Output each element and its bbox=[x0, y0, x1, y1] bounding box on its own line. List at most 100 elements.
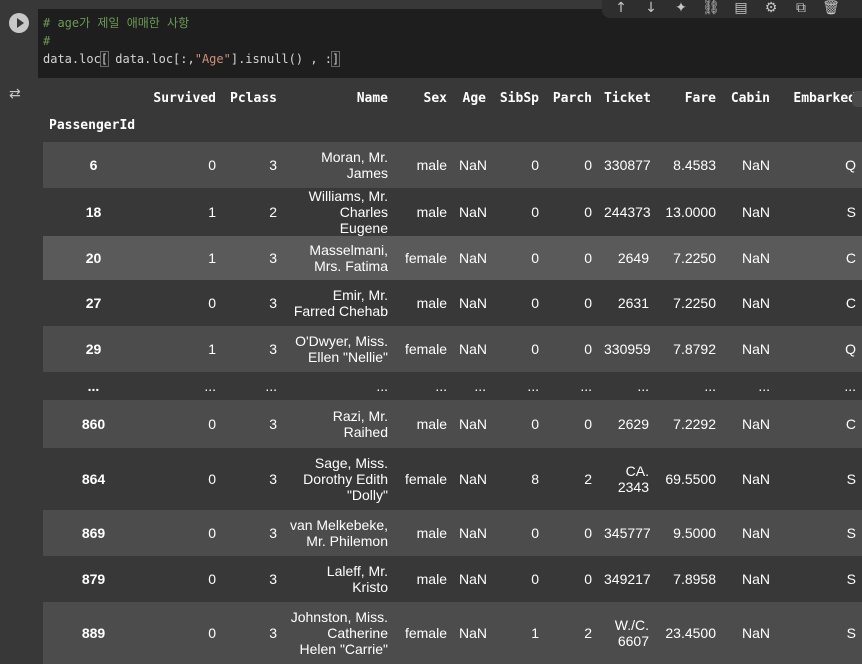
table-cell: 2649 bbox=[617, 250, 649, 266]
table-cell: Moran, Mr. James bbox=[321, 149, 388, 181]
table-cell: 7.2250 bbox=[673, 250, 716, 266]
table-cell: 3 bbox=[269, 295, 277, 311]
link-icon[interactable]: ⛓ bbox=[700, 0, 722, 18]
table-cell: Q bbox=[845, 341, 856, 357]
table-row: .................................... bbox=[43, 372, 862, 400]
table-cell: NaN bbox=[459, 571, 488, 587]
table-cell: van Melkebeke, Mr. Philemon bbox=[289, 517, 388, 549]
table-cell: 7.2250 bbox=[673, 295, 716, 311]
table-cell: S bbox=[846, 471, 856, 487]
table-cell: 0 bbox=[531, 204, 539, 220]
table-cell: NaN bbox=[741, 341, 770, 357]
dataframe-table: Survived Pclass Name Sex Age SibSp Parch Ticket… bbox=[43, 78, 862, 664]
row-index: 860 bbox=[81, 416, 106, 432]
table-row: 879 0 3 Laleff, Mr. Kristo male NaN 0 0 349217 7.… bbox=[43, 556, 862, 602]
table-cell: NaN bbox=[741, 250, 770, 266]
row-index: 29 bbox=[85, 341, 102, 357]
scroll-hint[interactable] bbox=[852, 91, 862, 107]
table-cell: NaN bbox=[741, 295, 770, 311]
table-row: 889 0 3 Johnston, Miss. Catherine Helen "Ca… bbox=[43, 602, 862, 664]
code-line-3: data.loc[ data.loc[:,"Age"].isnull() , :… bbox=[43, 50, 862, 68]
table-cell: 0 bbox=[531, 295, 539, 311]
table-cell: 345777 bbox=[604, 525, 651, 541]
table-cell: NaN bbox=[741, 416, 770, 432]
table-cell: 2 bbox=[584, 471, 592, 487]
table-cell: ... bbox=[376, 378, 388, 394]
table-row: 869 0 3 van Melkebeke, Mr. Philemon male NaN 0… bbox=[43, 510, 862, 556]
table-cell: male bbox=[416, 204, 447, 220]
run-cell-button[interactable] bbox=[9, 13, 29, 33]
move-up-icon[interactable]: ↑ bbox=[610, 0, 632, 18]
gear-icon[interactable]: ⚙ bbox=[760, 0, 782, 18]
table-cell: female bbox=[404, 471, 447, 487]
move-down-icon[interactable]: ↓ bbox=[640, 0, 662, 18]
table-cell: C bbox=[845, 250, 856, 266]
open-in-tab-icon[interactable]: ⧉ bbox=[790, 0, 812, 18]
table-cell: ... bbox=[435, 378, 447, 394]
table-row: 6 0 3 Moran, Mr. James male NaN 0 0 330877 8.4583… bbox=[43, 142, 862, 188]
table-cell: male bbox=[416, 295, 447, 311]
table-cell: 0 bbox=[584, 525, 592, 541]
table-cell: 8.4583 bbox=[673, 157, 716, 173]
column-header: Survived bbox=[153, 90, 216, 106]
table-cell: 3 bbox=[269, 525, 277, 541]
column-header: Name bbox=[356, 90, 388, 106]
table-cell: 13.0000 bbox=[665, 204, 716, 220]
table-cell: 2629 bbox=[617, 416, 649, 432]
gemini-sparkle-icon[interactable]: ✦ bbox=[670, 0, 692, 18]
code-token: , : bbox=[303, 52, 333, 66]
row-index: 864 bbox=[81, 471, 106, 487]
cell-toolbar: ↑ ↓ ✦ ⛓ ▤ ⚙ ⧉ 🗑 bbox=[602, 0, 862, 18]
table-cell: NaN bbox=[459, 525, 488, 541]
table-cell: 7.8958 bbox=[673, 571, 716, 587]
table-cell: 9.5000 bbox=[673, 525, 716, 541]
output-options-icon[interactable]: ⇄ bbox=[9, 86, 29, 102]
table-cell: 2 bbox=[269, 204, 277, 220]
table-cell: male bbox=[416, 416, 447, 432]
table-cell: 244373 bbox=[604, 204, 651, 220]
table-cell: ... bbox=[637, 378, 649, 394]
comment-icon[interactable]: ▤ bbox=[730, 0, 752, 18]
table-cell: 8 bbox=[531, 471, 539, 487]
table-cell: 3 bbox=[269, 250, 277, 266]
table-cell: Q bbox=[845, 157, 856, 173]
table-cell: female bbox=[404, 625, 447, 641]
table-cell: 3 bbox=[269, 471, 277, 487]
table-cell: 349217 bbox=[604, 571, 651, 587]
column-header: Fare bbox=[684, 90, 716, 106]
dataframe-output: Survived Pclass Name Sex Age SibSp Parch Ticket… bbox=[43, 78, 862, 664]
column-header: Embarked bbox=[793, 90, 856, 106]
code-token-string: "Age" bbox=[194, 52, 231, 66]
column-header: SibSp bbox=[499, 90, 539, 106]
table-cell: NaN bbox=[741, 204, 770, 220]
table-cell: ... bbox=[704, 378, 716, 394]
table-cell: NaN bbox=[459, 341, 488, 357]
table-cell: O'Dwyer, Miss. Ellen "Nellie" bbox=[295, 333, 388, 365]
table-cell: 0 bbox=[208, 571, 216, 587]
table-cell: 330959 bbox=[604, 341, 651, 357]
row-index: 18 bbox=[85, 204, 102, 220]
table-cell: 0 bbox=[584, 295, 592, 311]
table-cell: 3 bbox=[269, 341, 277, 357]
table-cell: 0 bbox=[531, 416, 539, 432]
code-editor[interactable]: # age가 제일 애매한 사항 # data.loc[ data.loc[:,… bbox=[38, 9, 862, 78]
table-row: 18 1 2 Williams, Mr. Charles Eugene male NaN 0… bbox=[43, 188, 862, 236]
table-row: 864 0 3 Sage, Miss. Dorothy Edith "Dolly" fe… bbox=[43, 448, 862, 510]
table-cell: 3 bbox=[269, 416, 277, 432]
table-cell: male bbox=[416, 525, 447, 541]
table-cell: ... bbox=[204, 378, 216, 394]
table-cell: 1 bbox=[531, 625, 539, 641]
column-header: Ticket bbox=[604, 90, 651, 106]
table-cell: ... bbox=[580, 378, 592, 394]
table-cell: CA. 2343 bbox=[617, 463, 649, 495]
table-cell: NaN bbox=[459, 471, 488, 487]
column-header: Sex bbox=[423, 90, 447, 106]
table-cell: 0 bbox=[531, 525, 539, 541]
table-cell: 7.8792 bbox=[673, 341, 716, 357]
code-cell: # age가 제일 애매한 사항 # data.loc[ data.loc[:,… bbox=[0, 0, 862, 78]
table-cell: C bbox=[845, 416, 856, 432]
table-cell: ... bbox=[265, 378, 277, 394]
header-spacer bbox=[144, 118, 862, 142]
index-name: PassengerId bbox=[49, 118, 136, 133]
delete-icon[interactable]: 🗑 bbox=[820, 0, 842, 18]
